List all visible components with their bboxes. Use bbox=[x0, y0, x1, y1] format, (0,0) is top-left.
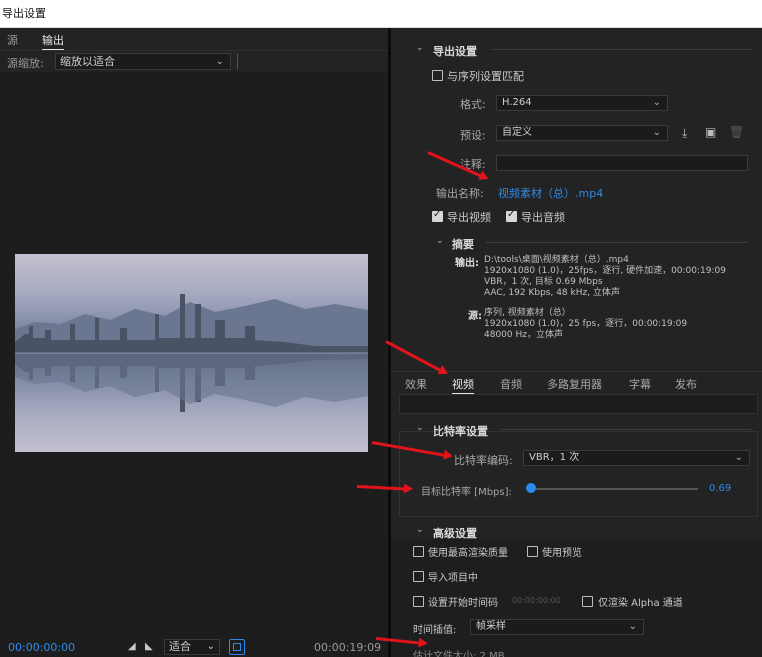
time-interpolation-label: 时间插值: bbox=[413, 625, 457, 636]
import-preset-icon[interactable]: ▣ bbox=[705, 125, 716, 139]
format-select[interactable]: H.264 ⌄ bbox=[496, 95, 668, 111]
chevron-down-icon: ⌄ bbox=[652, 127, 661, 138]
render-options-panel: 使用最高渲染质量 使用预览 导入项目中 设置开始时间码 00:00:00:00 … bbox=[391, 539, 762, 657]
zoom-fit-select[interactable]: 适合 ⌄ bbox=[164, 639, 220, 655]
export-video-checkbox[interactable] bbox=[432, 209, 443, 222]
preset-value: 自定义 bbox=[502, 127, 532, 138]
target-bitrate-value[interactable]: 0.69 bbox=[709, 483, 731, 494]
chevron-down-icon: ⌄ bbox=[206, 641, 215, 652]
settings-pane: ⌄ 导出设置 与序列设置匹配 格式: H.264 ⌄ 预设: 自定义 ⌄ ⤓ ▣… bbox=[391, 28, 762, 657]
summary-output-line: VBR，1 次, 目标 0.69 Mbps bbox=[484, 277, 603, 287]
start-timecode-field[interactable]: 00:00:00:00 bbox=[512, 596, 561, 605]
summary-source-line: 1920x1080 (1.0)，25 fps，逐行，00:00:19:09 bbox=[484, 319, 688, 329]
source-scale-label: 源缩放: bbox=[7, 57, 44, 70]
chevron-down-icon: ⌄ bbox=[628, 621, 637, 632]
tab-output[interactable]: 输出 bbox=[42, 32, 64, 50]
export-settings-title: 导出设置 bbox=[433, 45, 477, 58]
estimated-file-size: 估计文件大小: 2 MB bbox=[413, 651, 505, 657]
target-bitrate-label: 目标比特率 [Mbps]: bbox=[421, 487, 512, 498]
import-into-project-checkbox[interactable] bbox=[413, 571, 424, 582]
chevron-down-icon: ⌄ bbox=[652, 97, 661, 108]
city-skyline-image bbox=[15, 294, 368, 412]
export-audio-label: 导出音频 bbox=[521, 211, 565, 224]
preset-select[interactable]: 自定义 ⌄ bbox=[496, 125, 668, 141]
preview-pane: 源 输出 源缩放: 缩放以适合 ⌄ 00:00:00:00 ◢ ◣ 适合 ⌄ 0… bbox=[0, 28, 388, 657]
collapse-triangle-icon[interactable]: ⌄ bbox=[416, 43, 424, 53]
tab-video[interactable]: 视频 bbox=[452, 376, 474, 394]
bitrate-settings-group bbox=[399, 431, 758, 517]
output-name-label: 输出名称: bbox=[436, 187, 484, 200]
current-timecode[interactable]: 00:00:00:00 bbox=[8, 641, 75, 654]
section-divider bbox=[501, 429, 751, 430]
mark-out-icon[interactable]: ◣ bbox=[145, 641, 153, 652]
tab-multiplexer[interactable]: 多路复用器 bbox=[547, 376, 602, 392]
use-previews-checkbox[interactable] bbox=[527, 546, 538, 557]
set-start-timecode-label: 设置开始时间码 bbox=[428, 598, 498, 609]
max-render-quality-label: 使用最高渲染质量 bbox=[428, 548, 508, 559]
zoom-fit-value: 适合 bbox=[169, 640, 191, 653]
collapse-triangle-icon[interactable]: ⌄ bbox=[416, 423, 424, 433]
summary-title: 摘要 bbox=[452, 238, 474, 251]
source-scale-select[interactable]: 缩放以适合 ⌄ bbox=[55, 53, 231, 70]
use-previews-label: 使用预览 bbox=[542, 548, 582, 559]
max-render-quality-checkbox[interactable] bbox=[413, 546, 424, 557]
bitrate-encoding-select[interactable]: VBR，1 次 ⌄ bbox=[523, 450, 750, 466]
export-video-label: 导出视频 bbox=[447, 211, 491, 224]
delete-preset-icon[interactable]: 🗑 bbox=[729, 125, 744, 139]
section-divider bbox=[491, 49, 751, 50]
mark-in-icon[interactable]: ◢ bbox=[128, 641, 136, 652]
export-audio-checkbox[interactable] bbox=[506, 209, 517, 222]
bitrate-encoding-value: VBR，1 次 bbox=[529, 452, 580, 463]
target-bitrate-slider[interactable] bbox=[528, 488, 698, 490]
comment-input[interactable] bbox=[496, 155, 748, 171]
collapse-triangle-icon[interactable]: ⌄ bbox=[436, 236, 444, 246]
render-alpha-only-label: 仅渲染 Alpha 通道 bbox=[598, 598, 683, 609]
preset-label: 预设: bbox=[460, 129, 486, 142]
format-label: 格式: bbox=[460, 98, 486, 111]
bitrate-settings-title: 比特率设置 bbox=[433, 425, 488, 438]
summary-output-line: AAC, 192 Kbps, 48 kHz, 立体声 bbox=[484, 288, 620, 298]
aspect-ratio-icon[interactable] bbox=[229, 639, 245, 655]
set-start-timecode-checkbox[interactable] bbox=[413, 596, 424, 607]
summary-output-key: 输出: bbox=[455, 258, 479, 269]
import-into-project-label: 导入项目中 bbox=[428, 573, 478, 584]
tab-audio[interactable]: 音频 bbox=[500, 376, 522, 392]
tab-publish[interactable]: 发布 bbox=[675, 376, 697, 392]
match-sequence-checkbox[interactable] bbox=[432, 70, 443, 81]
summary-source-line: 48000 Hz，立体声 bbox=[484, 330, 563, 340]
preview-tabs: 源 输出 bbox=[0, 28, 388, 50]
bitrate-encoding-label: 比特率编码: bbox=[454, 454, 513, 467]
source-scale-value: 缩放以适合 bbox=[60, 55, 115, 68]
source-scale-bar: 源缩放: 缩放以适合 ⌄ bbox=[0, 50, 388, 72]
match-sequence-label: 与序列设置匹配 bbox=[447, 70, 524, 83]
window-title: 导出设置 bbox=[0, 0, 762, 28]
summary-source-key: 源: bbox=[468, 311, 482, 322]
tab-captions[interactable]: 字幕 bbox=[629, 376, 651, 392]
scroll-region-top bbox=[399, 394, 758, 414]
transport-bar: 00:00:00:00 ◢ ◣ 适合 ⌄ 00:00:19:09 bbox=[0, 637, 388, 657]
summary-output-line: 1920x1080 (1.0)，25fps，逐行, 硬件加速，00:00:19:… bbox=[484, 266, 726, 276]
tab-effects[interactable]: 效果 bbox=[405, 376, 427, 392]
summary-output-line: D:\tools\桌面\视频素材（总）.mp4 bbox=[484, 255, 629, 265]
chevron-down-icon: ⌄ bbox=[734, 452, 743, 463]
save-preset-icon[interactable]: ⤓ bbox=[682, 126, 687, 141]
time-interpolation-value: 帧采样 bbox=[476, 621, 506, 632]
time-interpolation-select[interactable]: 帧采样 ⌄ bbox=[470, 619, 644, 635]
tab-source[interactable]: 源 bbox=[7, 32, 18, 48]
summary-source-line: 序列, 视频素材（总） bbox=[484, 308, 571, 318]
format-value: H.264 bbox=[502, 97, 532, 108]
collapse-triangle-icon[interactable]: ⌄ bbox=[416, 525, 424, 535]
video-preview bbox=[15, 254, 368, 452]
output-name-link[interactable]: 视频素材（总）.mp4 bbox=[498, 185, 603, 201]
section-divider bbox=[486, 242, 748, 243]
toolbar-divider bbox=[237, 54, 238, 69]
chevron-down-icon: ⌄ bbox=[215, 56, 224, 67]
duration-timecode: 00:00:19:09 bbox=[314, 641, 382, 654]
render-alpha-only-checkbox[interactable] bbox=[582, 596, 593, 607]
